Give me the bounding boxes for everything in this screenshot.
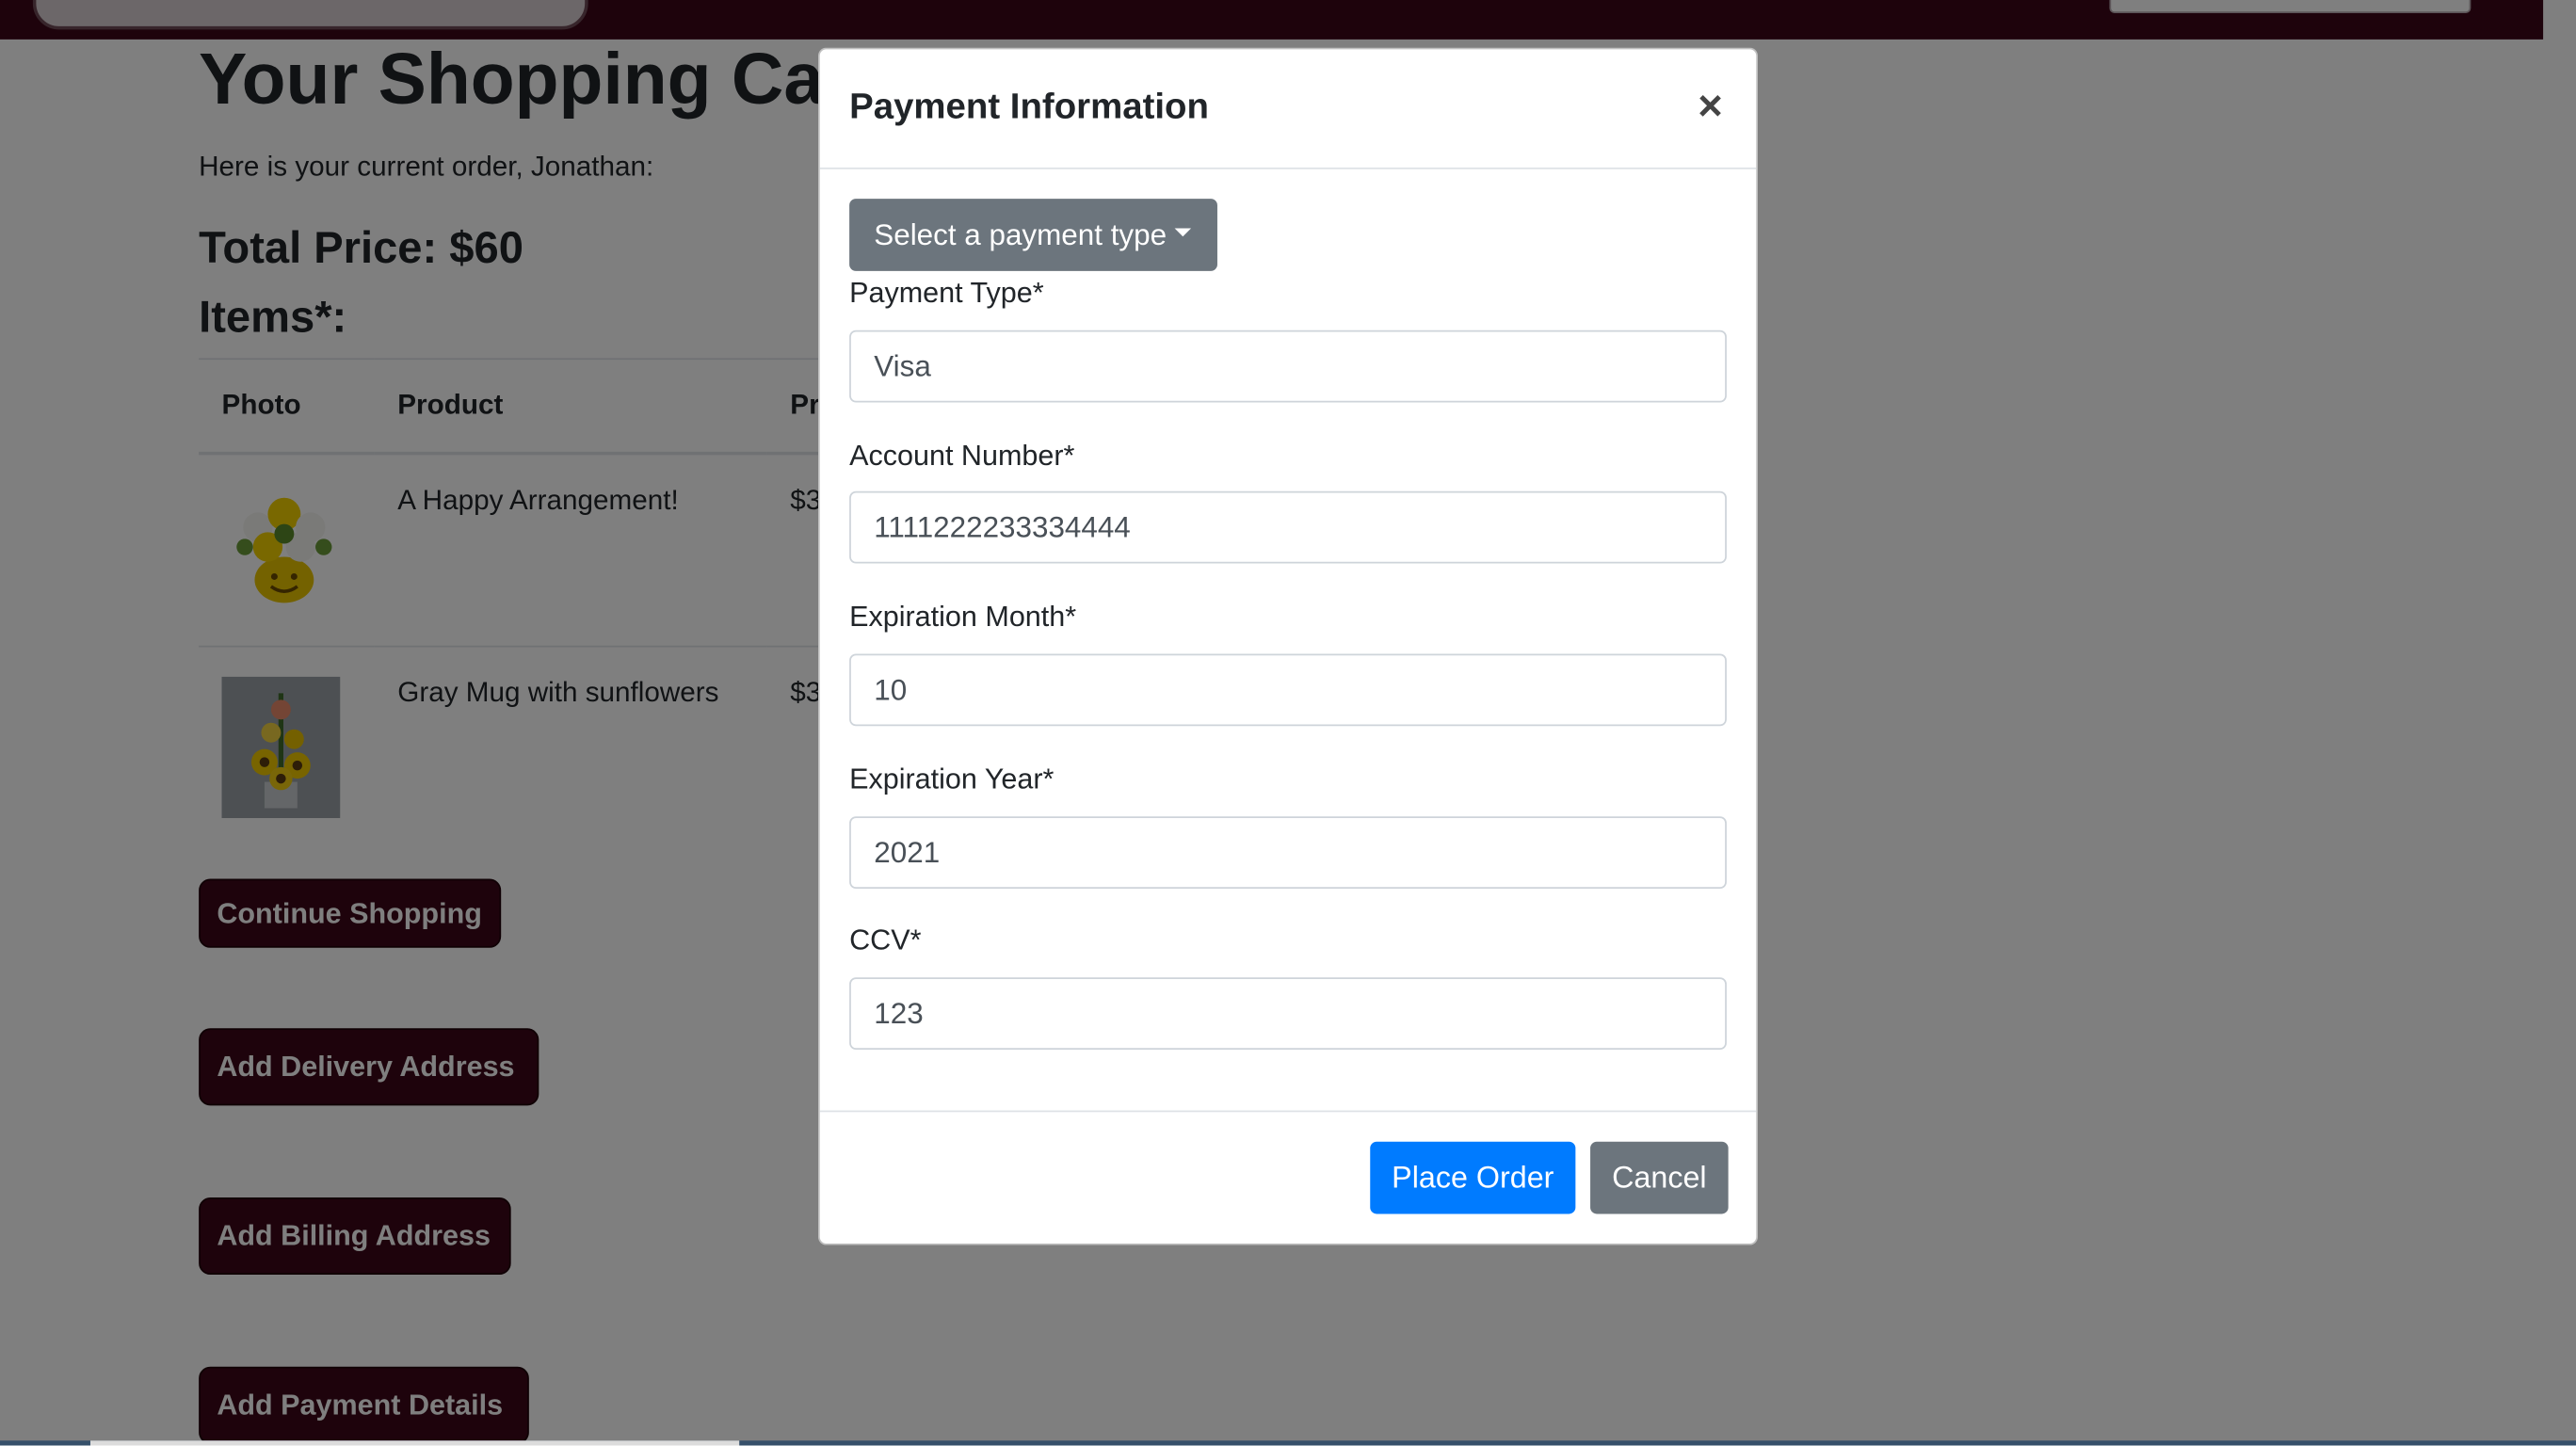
- payment-type-field[interactable]: Visa: [849, 329, 1727, 403]
- modal-title: Payment Information: [849, 85, 1209, 127]
- modal-footer-divider: [819, 1110, 1757, 1113]
- account-number-label: Account Number*: [849, 438, 1075, 472]
- payment-type-label: Payment Type*: [849, 276, 1044, 310]
- ccv-label: CCV*: [849, 923, 922, 956]
- account-number-field[interactable]: 1111222233334444: [849, 490, 1727, 564]
- page: Your Shopping Cart Here is your current …: [0, 0, 2576, 1446]
- payment-modal: Payment Information × Select a payment t…: [817, 47, 1759, 1245]
- cancel-button[interactable]: Cancel: [1590, 1141, 1729, 1214]
- ccv-field[interactable]: 123: [849, 977, 1727, 1050]
- caret-down-icon: [1174, 227, 1192, 236]
- close-icon[interactable]: ×: [1691, 82, 1731, 128]
- expiration-year-label: Expiration Year*: [849, 762, 1055, 795]
- place-order-button[interactable]: Place Order: [1370, 1141, 1576, 1214]
- payment-type-dropdown[interactable]: Select a payment type: [849, 199, 1217, 271]
- expiration-month-label: Expiration Month*: [849, 599, 1077, 633]
- expiration-month-field[interactable]: 10: [849, 653, 1727, 727]
- modal-header: Payment Information ×: [819, 49, 1757, 169]
- expiration-year-field[interactable]: 2021: [849, 816, 1727, 889]
- payment-type-dropdown-label: Select a payment type: [874, 217, 1167, 251]
